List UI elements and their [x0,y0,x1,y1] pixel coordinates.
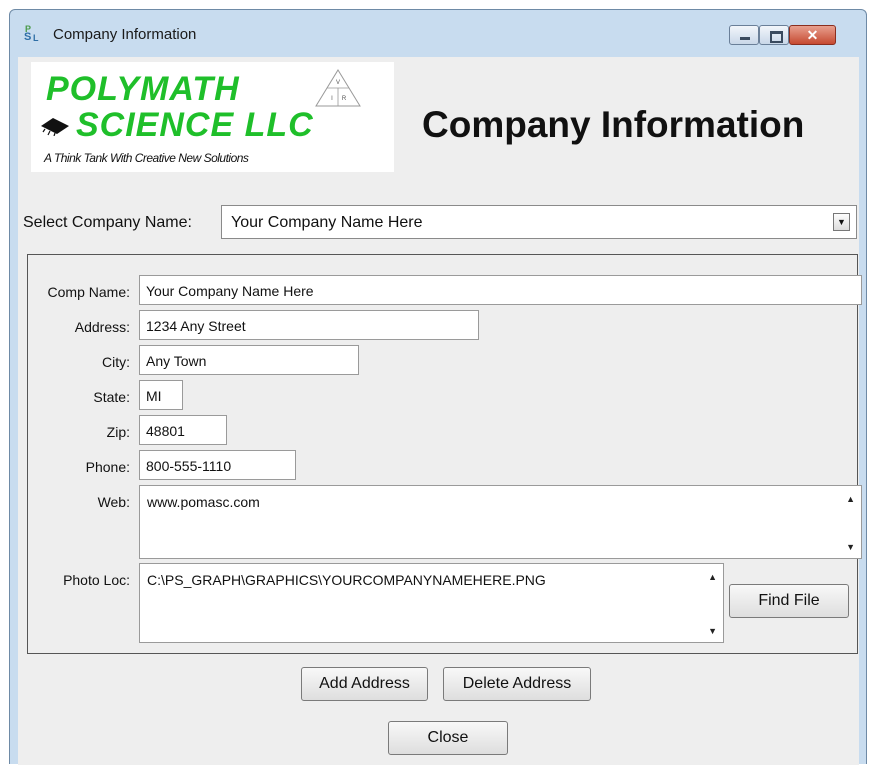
web-textarea[interactable]: www.pomasc.com ▲ ▼ [139,485,862,559]
scroll-up-icon[interactable]: ▲ [708,572,717,582]
add-address-button[interactable]: Add Address [301,667,428,701]
minimize-button[interactable] [729,25,759,45]
window-title: Company Information [53,26,197,43]
logo-line2: SCIENCE LLC [76,106,314,144]
phone-field[interactable]: 800-555-1110 [139,450,296,480]
maximize-icon [770,31,783,43]
company-logo: POLYMATH SCIENCE LLC V I R A Think Tank … [31,62,394,172]
comp-name-value: Your Company Name Here [146,283,314,299]
logo-line1: POLYMATH [46,70,240,108]
zip-label: Zip: [106,424,130,440]
photo-loc-scrollbar[interactable]: ▲ ▼ [701,564,723,642]
scroll-down-icon[interactable]: ▼ [708,626,717,636]
city-value: Any Town [146,353,207,369]
select-company-label: Select Company Name: [23,214,192,231]
address-label: Address: [74,319,130,335]
photo-loc-label: Photo Loc: [63,572,130,588]
delete-address-button[interactable]: Delete Address [443,667,591,701]
web-value: www.pomasc.com [147,494,260,510]
zip-field[interactable]: 48801 [139,415,227,445]
close-icon: ✕ [806,27,819,43]
web-label: Web: [97,494,130,510]
photo-loc-value: C:\PS_GRAPH\GRAPHICS\YOURCOMPANYNAMEHERE… [147,572,546,588]
title-bar[interactable]: PSL Company Information ✕ [10,10,866,58]
state-value: MI [146,388,162,404]
selected-company-value: Your Company Name Here [231,214,423,231]
triangle-logo-icon: V I R [315,69,361,107]
page-title: Company Information [422,104,805,145]
photo-loc-textarea[interactable]: C:\PS_GRAPH\GRAPHICS\YOURCOMPANYNAMEHERE… [139,563,724,643]
scroll-down-icon[interactable]: ▼ [846,542,855,552]
close-button[interactable]: Close [388,721,508,755]
city-label: City: [102,354,130,370]
scroll-up-icon[interactable]: ▲ [846,494,855,504]
close-window-button[interactable]: ✕ [789,25,836,45]
city-field[interactable]: Any Town [139,345,359,375]
chip-icon [41,118,69,136]
svg-text:R: R [342,96,347,102]
app-icon: PSL [24,24,39,43]
company-name-select[interactable]: Your Company Name Here ▼ [221,205,857,239]
find-file-button[interactable]: Find File [729,584,849,618]
phone-value: 800-555-1110 [146,458,232,474]
state-field[interactable]: MI [139,380,183,410]
address-value: 1234 Any Street [146,318,246,334]
comp-name-field[interactable]: Your Company Name Here [139,275,862,305]
comp-name-label: Comp Name: [47,284,130,300]
minimize-icon [740,37,750,40]
chevron-down-icon[interactable]: ▼ [833,213,850,231]
web-scrollbar[interactable]: ▲ ▼ [839,486,861,558]
company-info-window: PSL Company Information ✕ POLYMATH SCIEN… [9,9,867,765]
dialog-content: POLYMATH SCIENCE LLC V I R A Think Tank … [18,57,862,765]
zip-value: 48801 [146,423,185,439]
maximize-button[interactable] [759,25,789,45]
logo-tagline: A Think Tank With Creative New Solutions [44,151,249,165]
state-label: State: [93,389,130,405]
svg-text:V: V [336,80,340,86]
company-details-panel: Comp Name: Your Company Name Here Addres… [27,254,862,654]
svg-text:I: I [331,96,333,102]
address-field[interactable]: 1234 Any Street [139,310,479,340]
phone-label: Phone: [85,459,130,475]
